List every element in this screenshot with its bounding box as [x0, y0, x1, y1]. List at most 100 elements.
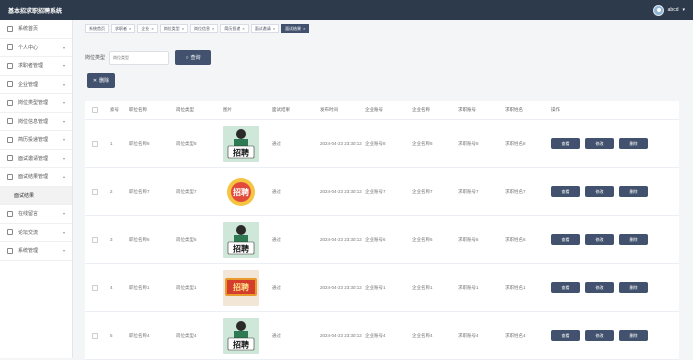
recruit-text: 招聘: [233, 282, 249, 292]
job-type: 岗位类型7: [176, 188, 197, 194]
delete-button[interactable]: 删除: [619, 234, 648, 245]
seeker-name: 求职姓名8: [505, 140, 526, 146]
sidebar-item-companies[interactable]: 企业管理 ▾: [0, 76, 72, 94]
row-checkbox[interactable]: [92, 188, 98, 195]
search-input[interactable]: [109, 50, 170, 65]
close-icon[interactable]: ×: [182, 26, 184, 31]
close-icon[interactable]: ×: [212, 26, 214, 31]
tab-home[interactable]: 系统首页: [85, 24, 109, 33]
user-menu[interactable]: abcd ▾: [652, 4, 685, 16]
header-cell[interactable]: 岗位类型: [176, 107, 223, 113]
view-button[interactable]: 查看: [551, 138, 580, 149]
sidebar-item-forum[interactable]: 论坛交流 ▾: [0, 224, 72, 242]
view-button[interactable]: 查看: [551, 282, 580, 293]
publish-time: 2024-04-23 23:30:12: [320, 237, 362, 242]
header-cell[interactable]: 面试结果: [272, 107, 320, 113]
row-checkbox[interactable]: [92, 236, 98, 243]
job-type: 岗位类型8: [176, 140, 197, 146]
app-title: 基本招求职招聘系统: [8, 8, 63, 15]
header-cell: 操作: [551, 107, 560, 112]
batch-delete-button[interactable]: ✕ 删除: [87, 73, 115, 88]
close-icon[interactable]: ×: [242, 26, 244, 31]
view-button[interactable]: 查看: [551, 186, 580, 197]
interview-result: 通过: [272, 188, 281, 194]
grid-icon: [7, 99, 13, 106]
message-icon: [7, 210, 13, 217]
delete-button[interactable]: 删除: [619, 282, 648, 293]
company-account: 企业账号4: [365, 332, 386, 338]
row-checkbox[interactable]: [92, 332, 98, 339]
select-all-checkbox[interactable]: [92, 107, 98, 113]
tab-jobs[interactable]: 岗位信息 ×: [190, 24, 219, 33]
chevron-down-icon: ▾: [62, 100, 65, 106]
table-row: 5 职位名称4 岗位类型4 招聘 通过 2024-04-23 23:30:12 企业账号4 企…: [85, 312, 679, 360]
job-type: 岗位类型1: [176, 284, 197, 290]
company-name: 企业名称4: [412, 332, 433, 338]
grid-icon: [7, 155, 13, 162]
row-checkbox[interactable]: [92, 140, 98, 147]
edit-button[interactable]: 修改: [585, 282, 614, 293]
delete-button[interactable]: 删除: [619, 186, 648, 197]
header-cell[interactable]: 企业名称: [412, 107, 458, 113]
row-checkbox[interactable]: [92, 284, 98, 291]
close-icon[interactable]: ×: [151, 26, 153, 31]
tab-invites[interactable]: 面试邀请 ×: [250, 24, 280, 33]
header-cell[interactable]: 求职账号: [458, 107, 505, 113]
avatar[interactable]: [652, 4, 664, 16]
sidebar-item-resumes[interactable]: 简历投递管理 ▾: [0, 131, 72, 150]
close-icon[interactable]: ×: [129, 26, 131, 31]
search-button[interactable]: ○ 查询: [175, 50, 212, 65]
header-cell[interactable]: 职位名称: [129, 107, 176, 113]
tab-job-types[interactable]: 岗位类型 ×: [159, 24, 189, 33]
tab-seekers[interactable]: 求职者 ×: [111, 24, 136, 33]
interview-result: 通过: [272, 140, 281, 146]
sidebar-item-results[interactable]: 面试结果管理 ▴: [0, 168, 72, 187]
sidebar-item-jobs[interactable]: 岗位信息管理 ▾: [0, 113, 72, 131]
seeker-account: 求职账号4: [458, 332, 479, 338]
sidebar-item-home[interactable]: 系统首页: [0, 20, 72, 39]
delete-button[interactable]: 删除: [619, 330, 648, 341]
job-type: 岗位类型4: [176, 332, 197, 338]
header-cell: 图片: [223, 107, 232, 112]
view-button[interactable]: 查看: [551, 234, 580, 245]
recruit-text: 招聘: [233, 147, 249, 157]
header-cell[interactable]: 发布时间: [320, 107, 365, 113]
edit-button[interactable]: 修改: [585, 186, 614, 197]
edit-button[interactable]: 修改: [585, 330, 614, 341]
header-cell[interactable]: 企业账号: [365, 107, 412, 113]
sidebar-subitem-results[interactable]: 面试结果: [0, 186, 72, 205]
close-icon[interactable]: ×: [273, 26, 275, 31]
edit-button[interactable]: 修改: [585, 234, 614, 245]
close-icon[interactable]: ×: [303, 26, 305, 31]
interview-result: 通过: [272, 332, 281, 338]
forum-icon: [7, 229, 13, 236]
tab-results[interactable]: 面试结果 ×: [281, 24, 310, 33]
view-button[interactable]: 查看: [551, 330, 580, 341]
company-name: 企业名称6: [412, 236, 433, 242]
header-cell[interactable]: 索号: [110, 107, 129, 113]
tab-companies[interactable]: 企业 ×: [137, 24, 158, 33]
sidebar-item-profile[interactable]: 个人中心 ▾: [0, 39, 72, 57]
sidebar-item-messages[interactable]: 在线留言 ▾: [0, 205, 72, 224]
sidebar-item-invites[interactable]: 面试邀请管理 ▾: [0, 150, 72, 168]
job-image: 招聘: [223, 125, 259, 162]
username[interactable]: abcd: [668, 7, 679, 13]
sidebar-item-system[interactable]: 系统管理 ▾: [0, 242, 72, 261]
tab-resumes[interactable]: 简历投递 ×: [220, 24, 249, 33]
seeker-account: 求职账号6: [458, 236, 479, 242]
row-number: 2: [110, 189, 113, 194]
sidebar-item-seekers[interactable]: 求职者管理 ▾: [0, 57, 72, 76]
recruit-illustration: 招聘: [227, 128, 255, 158]
chevron-down-icon[interactable]: ▾: [682, 7, 685, 13]
header-cell[interactable]: 求职姓名: [505, 107, 551, 113]
sidebar-item-job-types[interactable]: 岗位类型管理 ▾: [0, 94, 72, 113]
company-account: 企业账号7: [365, 188, 386, 194]
edit-button[interactable]: 修改: [585, 138, 614, 149]
delete-button[interactable]: 删除: [619, 138, 648, 149]
interview-result: 通过: [272, 284, 281, 290]
search-icon: ○: [185, 54, 189, 61]
company-account: 企业账号8: [365, 140, 386, 146]
recruit-text: 招聘: [233, 243, 249, 253]
grid-icon: [7, 136, 13, 143]
chevron-up-icon: ▴: [62, 174, 65, 180]
